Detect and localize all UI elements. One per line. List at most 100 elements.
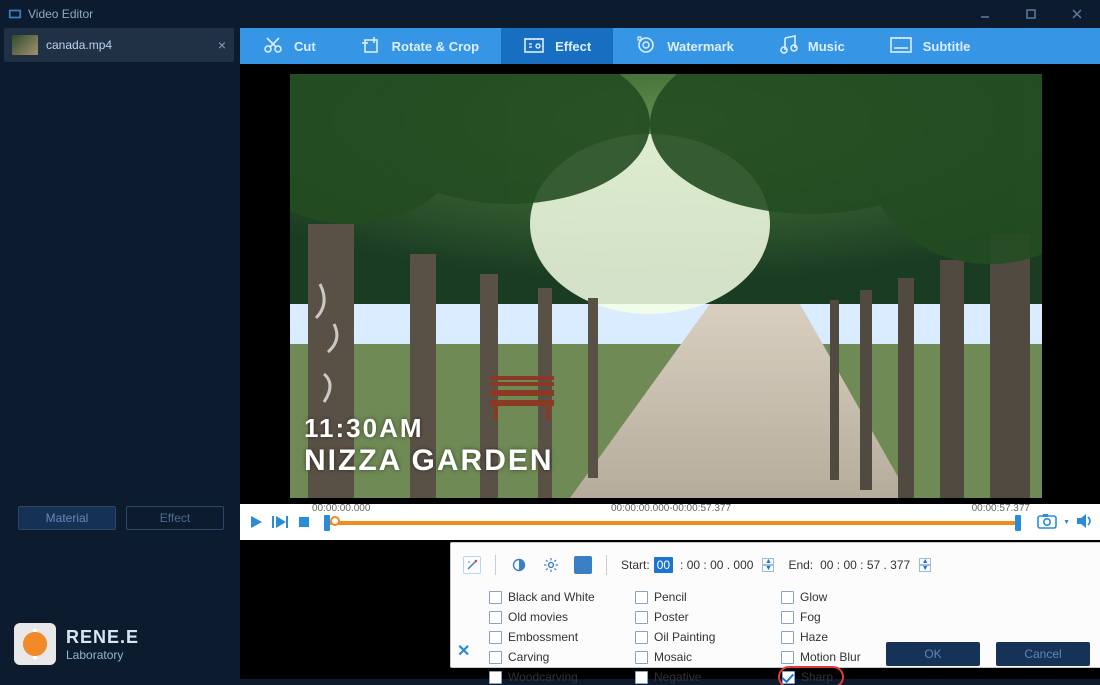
brightness-icon[interactable] [542,556,560,574]
checkbox[interactable] [781,651,794,664]
minimize-button[interactable] [962,0,1008,28]
effect-option-black-and-white[interactable]: Black and White [489,589,635,605]
chevron-down-icon[interactable]: ▼ [1063,519,1070,526]
checkbox[interactable] [489,611,502,624]
start-hh[interactable]: 00 [654,557,673,573]
effect-option-glow[interactable]: Glow [781,589,927,605]
effect-option-embossment[interactable]: Embossment [489,629,635,645]
effect-option-carving[interactable]: Carving [489,649,635,665]
tool-subtitle[interactable]: Subtitle [867,28,993,64]
tab-material[interactable]: Material [18,506,116,530]
start-time-field[interactable]: Start: 00 : 00 : 00 . 000 ▲▼ [621,557,774,573]
time-range: 00:00:00.000-00:00:57.377 [611,503,731,514]
snapshot-icon[interactable] [1037,513,1057,532]
checkbox[interactable] [489,651,502,664]
tool-cut[interactable]: Cut [240,28,338,64]
effect-icon [523,35,545,58]
file-name: canada.mp4 [46,38,112,52]
titlebar: Video Editor [0,0,1100,28]
end-value[interactable]: 00 : 00 : 57 . 377 [817,557,913,573]
play-button[interactable] [246,513,266,531]
play-range-button[interactable] [270,513,290,531]
checkbox[interactable] [635,591,648,604]
effect-option-negative[interactable]: Negative [635,669,781,685]
end-label: End: [788,558,813,572]
overlay-line2: NIZZA GARDEN [304,444,554,478]
contrast-icon[interactable] [510,556,528,574]
end-spinner[interactable]: ▲▼ [919,558,931,572]
start-rest[interactable]: : 00 : 00 . 000 [677,557,756,573]
toolbar: canada.mp4 × CutRotate & Crop Effect Water… [0,28,1100,64]
effect-option-fog[interactable]: Fog [781,609,927,625]
range-handle-right[interactable] [1015,515,1021,531]
tab-effect[interactable]: Effect [126,506,224,530]
close-button[interactable] [1054,0,1100,28]
effect-label: Glow [800,590,827,604]
timeline: 00:00:00.000 00:00:00.000-00:00:57.377 0… [240,504,1100,540]
checkbox[interactable] [635,611,648,624]
subtitle-icon [889,35,913,58]
checkbox[interactable] [782,671,795,684]
effect-label: Poster [654,610,689,624]
range-handle-left[interactable] [324,515,330,531]
ok-button[interactable]: OK [886,642,980,666]
effect-label: Carving [508,650,549,664]
effect-option-woodcarving[interactable]: Woodcarving [489,669,635,685]
video-preview: 11:30AM NIZZA GARDEN [290,74,1042,498]
app-icon [8,7,22,21]
effect-label: Motion Blur [800,650,861,664]
effect-label: Woodcarving [508,670,578,684]
checkbox[interactable] [489,671,502,684]
tool-label: Watermark [667,39,734,54]
effect-option-old-movies[interactable]: Old movies [489,609,635,625]
checkbox[interactable] [781,611,794,624]
timeline-track[interactable] [324,517,1021,527]
fill-icon[interactable] [574,556,592,574]
end-time-field[interactable]: End: 00 : 00 : 57 . 377 ▲▼ [788,557,931,573]
volume-icon[interactable] [1076,513,1094,532]
time-start: 00:00:00.000 [312,503,370,514]
effect-option-pencil[interactable]: Pencil [635,589,781,605]
checkbox[interactable] [489,631,502,644]
magic-wand-icon[interactable] [463,556,481,574]
sidebar: Material Effect RENE.E Laboratory [0,64,240,679]
cancel-button[interactable]: Cancel [996,642,1090,666]
brand-logo: RENE.E Laboratory [14,623,139,665]
tool-music[interactable]: Music [756,28,867,64]
effect-option-mosaic[interactable]: Mosaic [635,649,781,665]
checkbox[interactable] [635,671,648,684]
effect-label: Pencil [654,590,687,604]
rotate-crop-icon [360,35,382,58]
start-spinner[interactable]: ▲▼ [762,558,774,572]
effect-option-oil-painting[interactable]: Oil Painting [635,629,781,645]
window-title: Video Editor [28,7,93,21]
playhead[interactable] [330,516,340,526]
effect-option-poster[interactable]: Poster [635,609,781,625]
tool-label: Effect [555,39,591,54]
effect-label: Oil Painting [654,630,715,644]
effect-label: Black and White [508,590,595,604]
effect-option-sharp[interactable]: Sharp [781,669,841,685]
panel-cancel-icon[interactable]: ✕ [457,641,470,661]
tool-label: Music [808,39,845,54]
tool-rotate-crop[interactable]: Rotate & Crop [338,28,501,64]
effect-label: Fog [800,610,821,624]
overlay-line1: 11:30AM [304,413,554,444]
checkbox[interactable] [635,631,648,644]
checkbox[interactable] [635,651,648,664]
checkbox[interactable] [489,591,502,604]
checkbox[interactable] [781,631,794,644]
maximize-button[interactable] [1008,0,1054,28]
checkbox[interactable] [781,591,794,604]
tool-effect[interactable]: Effect [501,28,613,64]
tool-watermark[interactable]: Watermark [613,28,756,64]
effect-label: Sharp [801,670,833,684]
effect-label: Haze [800,630,828,644]
effect-label: Mosaic [654,650,692,664]
effect-label: Embossment [508,630,578,644]
stop-button[interactable] [294,513,314,531]
file-tab[interactable]: canada.mp4 × [4,28,234,62]
main-area: 11:30AM NIZZA GARDEN 00:00:00.000 00:00:… [240,64,1100,679]
logo-line2: Laboratory [66,648,139,662]
close-icon[interactable]: × [218,37,226,53]
